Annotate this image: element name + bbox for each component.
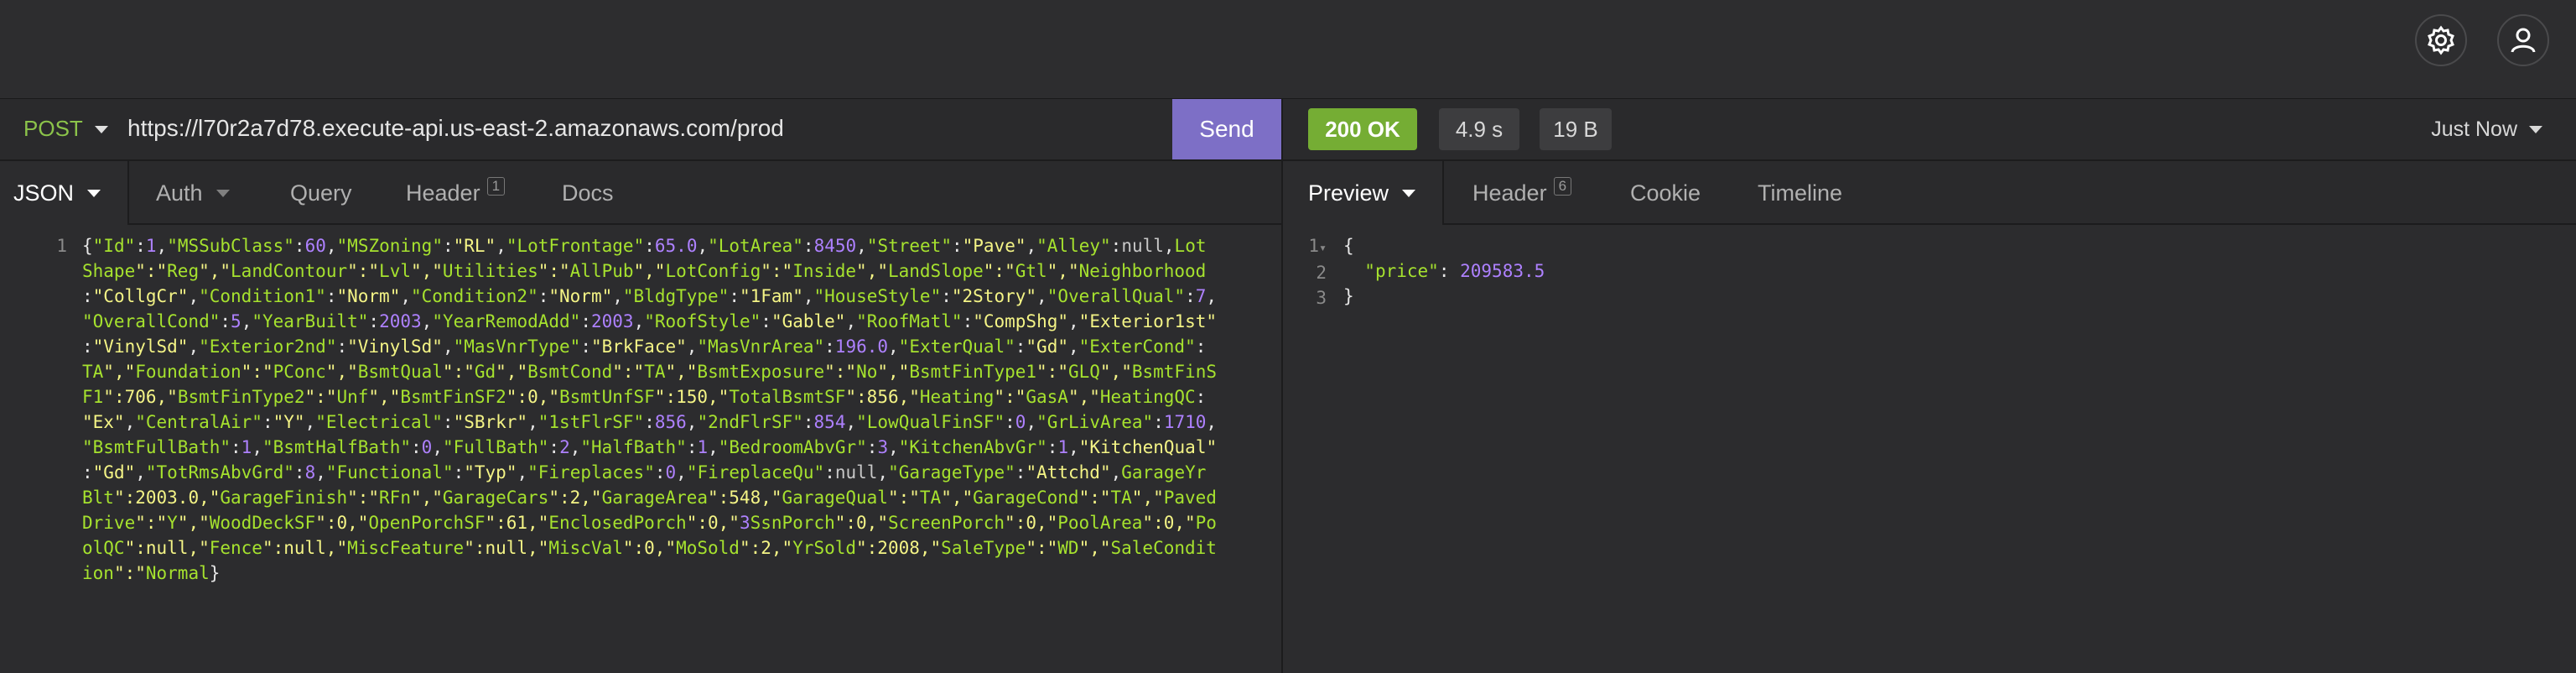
method-label: POST	[23, 116, 83, 141]
chevron-down-icon	[2529, 126, 2542, 133]
line-numbers: 1	[0, 233, 67, 258]
tab-label: Header	[406, 180, 480, 206]
request-json-code[interactable]: {"Id":1,"MSSubClass":60,"MSZoning":"RL",…	[82, 233, 1273, 586]
url-input[interactable]: https://l70r2a7d78.execute-api.us-east-2…	[127, 115, 784, 142]
code-line: :"VinylSd","Exterior2nd":"VinylSd","MasV…	[82, 336, 1207, 357]
request-url-bar: POST https://l70r2a7d78.execute-api.us-e…	[0, 99, 1281, 161]
top-bar	[0, 0, 2576, 100]
code-line: "OverallCond":5,"YearBuilt":2003,"YearRe…	[82, 311, 1218, 331]
history-label: Just Now	[2431, 117, 2517, 141]
response-size-badge: 19 B	[1540, 108, 1612, 150]
user-icon	[2511, 28, 2536, 53]
response-time-badge: 4.9 s	[1439, 108, 1519, 150]
tab-label: Cookie	[1630, 180, 1701, 206]
tab-label: Timeline	[1758, 180, 1843, 206]
line-number: 3	[1316, 288, 1327, 308]
line-number: 1▾	[1308, 236, 1327, 256]
code-line: Shape":"Reg","LandContour":"Lvl","Utilit…	[82, 261, 1207, 281]
code-line: F1":706,"BsmtFinType2":"Unf","BsmtFinSF2…	[82, 387, 1207, 407]
tab-label: Auth	[156, 180, 203, 206]
tab-query[interactable]: Query	[290, 161, 352, 225]
gear-icon	[2428, 25, 2454, 55]
code-line: :"CollgCr","Condition1":"Norm","Conditio…	[82, 286, 1218, 306]
tab-auth[interactable]: Auth	[156, 161, 230, 225]
line-numbers: 1▾ 2 3	[1283, 233, 1327, 310]
code-line: {"Id":1,"MSSubClass":60,"MSZoning":"RL",…	[82, 236, 1207, 256]
tab-json[interactable]: JSON	[0, 161, 129, 225]
status-badge: 200 OK	[1308, 108, 1417, 150]
settings-button[interactable]	[2415, 14, 2467, 66]
response-history-dropdown[interactable]: Just Now	[2431, 117, 2542, 142]
tab-response-header[interactable]: Header 6	[1472, 161, 1572, 225]
tab-label: Header	[1472, 180, 1547, 206]
response-json-code: { "price": 209583.5}	[1343, 233, 2534, 309]
code-line: {	[1343, 236, 1354, 256]
tab-preview[interactable]: Preview	[1283, 161, 1444, 225]
response-tabs: Preview Header 6 Cookie Timeline	[1283, 161, 2576, 225]
tab-label: JSON	[13, 180, 75, 206]
send-button[interactable]: Send	[1172, 99, 1281, 159]
chevron-down-icon	[216, 189, 230, 197]
chevron-down-icon	[94, 126, 108, 133]
chevron-down-icon	[1402, 189, 1416, 197]
tab-header[interactable]: Header 1	[406, 161, 506, 225]
tab-label: Preview	[1308, 180, 1389, 206]
header-count-badge: 1	[486, 177, 506, 196]
account-button[interactable]	[2497, 14, 2549, 66]
line-number: 2	[1316, 263, 1327, 283]
code-line: TA","Foundation":"PConc","BsmtQual":"Gd"…	[82, 362, 1217, 382]
header-count-badge: 6	[1553, 177, 1572, 196]
response-status-bar: 200 OK 4.9 s 19 B Just Now	[1283, 99, 2576, 161]
code-line: }	[1343, 286, 1354, 306]
tab-docs[interactable]: Docs	[562, 161, 614, 225]
chevron-down-icon	[87, 189, 101, 197]
code-line: olQC":null,"Fence":null,"MiscFeature":nu…	[82, 538, 1217, 558]
request-tabs: JSON Auth Query Header 1 Docs	[0, 161, 1281, 225]
tab-label: Docs	[562, 180, 614, 206]
tab-timeline[interactable]: Timeline	[1758, 161, 1842, 225]
tab-cookie[interactable]: Cookie	[1630, 161, 1701, 225]
code-line: "price": 209583.5	[1364, 261, 1545, 281]
code-line: "BsmtFullBath":1,"BsmtHalfBath":0,"FullB…	[82, 437, 1218, 457]
code-line: "Ex","CentralAir":"Y","Electrical":"SBrk…	[82, 412, 1218, 432]
fold-arrow-icon[interactable]: ▾	[1319, 240, 1327, 255]
code-line: Blt":2003.0,"GarageFinish":"RFn","Garage…	[82, 488, 1217, 508]
code-line: Drive":"Y","WoodDeckSF":0,"OpenPorchSF":…	[82, 513, 1217, 533]
code-line: :"Gd","TotRmsAbvGrd":8,"Functional":"Typ…	[82, 462, 1207, 483]
code-line: ion":"Normal}	[82, 563, 221, 583]
method-dropdown[interactable]: POST	[23, 116, 108, 142]
line-number: 1	[56, 236, 67, 256]
tab-label: Query	[290, 180, 352, 206]
